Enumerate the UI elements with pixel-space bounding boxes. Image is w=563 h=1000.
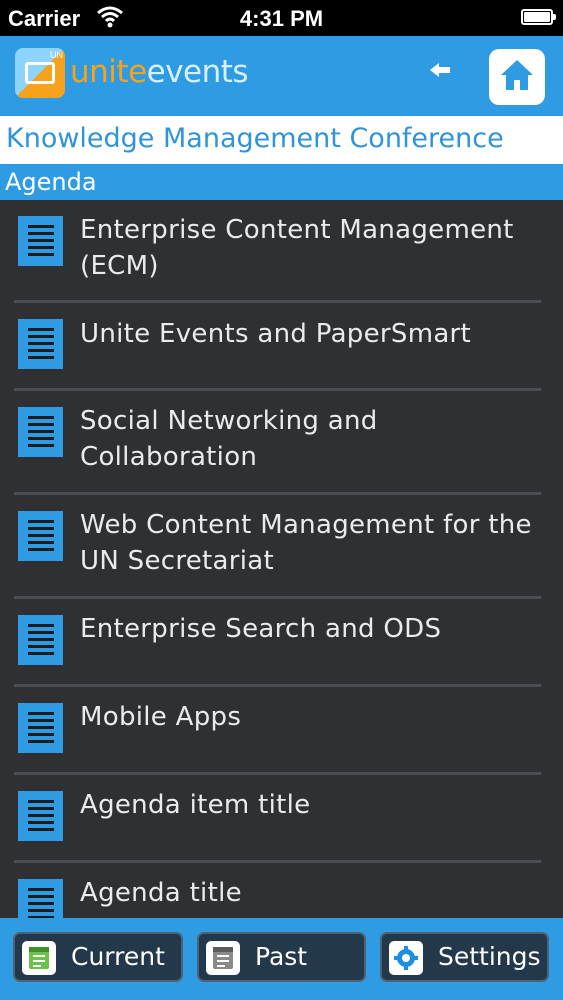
back-arrow-icon[interactable]	[428, 56, 452, 88]
tab-past-label: Past	[255, 942, 308, 971]
agenda-item[interactable]: Social Networking and Collaboration	[14, 391, 541, 495]
agenda-item-label: Agenda title	[80, 878, 242, 908]
battery-icon	[521, 9, 556, 25]
agenda-item-label: Enterprise Content Management (ECM)	[80, 215, 514, 281]
logo-tag: UN	[50, 50, 63, 60]
document-icon	[18, 791, 63, 841]
app-header: UN uniteevents	[0, 36, 563, 116]
document-icon	[18, 703, 63, 753]
tab-settings-label: Settings	[438, 942, 541, 971]
home-icon	[499, 58, 535, 96]
agenda-item-label: Mobile Apps	[80, 702, 242, 732]
tab-past[interactable]: Past	[197, 932, 366, 982]
calendar-green-icon	[22, 941, 56, 975]
app-logo-icon: UN	[15, 48, 65, 98]
document-icon	[18, 511, 63, 561]
tab-current-label: Current	[71, 942, 165, 971]
document-icon	[18, 407, 63, 457]
agenda-item[interactable]: Enterprise Content Management (ECM)	[14, 200, 541, 303]
agenda-list: Enterprise Content Management (ECM) Unit…	[0, 200, 563, 918]
agenda-item[interactable]: Mobile Apps	[14, 687, 541, 775]
agenda-item-label: Enterprise Search and ODS	[80, 614, 442, 644]
app-logo-text: uniteevents	[70, 54, 249, 90]
home-button[interactable]	[489, 49, 545, 105]
bottom-tab-bar: Current Past Settings	[0, 918, 563, 1000]
tab-settings[interactable]: Settings	[380, 932, 549, 982]
gear-icon	[389, 941, 423, 975]
status-time: 4:31 PM	[239, 6, 324, 31]
document-icon	[18, 615, 63, 665]
agenda-item-label: Web Content Management for the UN Secret…	[80, 510, 532, 576]
tab-current[interactable]: Current	[13, 932, 183, 982]
logo-word-unite: unite	[70, 54, 147, 90]
section-title: Agenda	[0, 164, 563, 200]
calendar-gray-icon	[206, 941, 240, 975]
conference-title: Knowledge Management Conference	[0, 116, 563, 164]
agenda-item[interactable]: Agenda title	[14, 863, 541, 918]
document-icon	[18, 319, 63, 369]
agenda-item[interactable]: Web Content Management for the UN Secret…	[14, 495, 541, 599]
agenda-item[interactable]: Agenda item title	[14, 775, 541, 863]
agenda-item-label: Agenda item title	[80, 790, 311, 820]
document-icon	[18, 879, 63, 918]
agenda-item-label: Social Networking and Collaboration	[80, 406, 378, 472]
logo-word-events: events	[146, 54, 249, 90]
agenda-item-label: Unite Events and PaperSmart	[80, 319, 472, 349]
status-bar: Carrier 4:31 PM	[0, 0, 563, 36]
agenda-item[interactable]: Enterprise Search and ODS	[14, 599, 541, 687]
document-icon	[18, 216, 63, 266]
agenda-item[interactable]: Unite Events and PaperSmart	[14, 303, 541, 391]
